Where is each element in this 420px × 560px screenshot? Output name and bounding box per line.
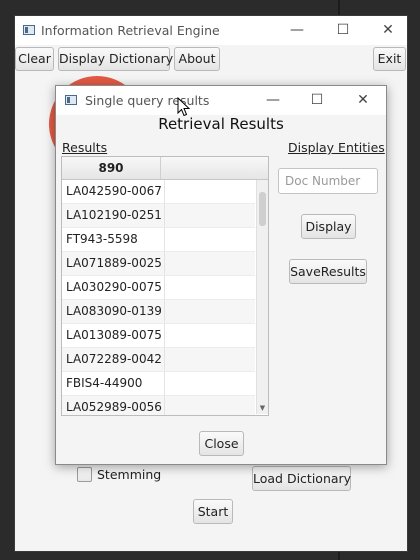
save-results-button[interactable]: SaveResults xyxy=(289,259,367,284)
column-header[interactable]: 890 xyxy=(62,157,161,179)
scroll-thumb[interactable] xyxy=(259,192,266,226)
results-dialog: Single query results — ☐ ✕ Retrieval Res… xyxy=(55,85,387,465)
scroll-down-icon[interactable]: ▼ xyxy=(258,403,267,413)
table-row[interactable]: LA052989-0056 xyxy=(62,396,255,415)
table-row[interactable]: FBIS4-44900 xyxy=(62,372,255,396)
start-button[interactable]: Start xyxy=(193,499,233,524)
doc-id-cell: FBIS4-44900 xyxy=(62,372,165,395)
stemming-checkbox[interactable] xyxy=(77,467,92,482)
doc-id-cell: LA013089-0075 xyxy=(62,324,165,347)
main-window-title: Information Retrieval Engine xyxy=(41,23,220,38)
column-header[interactable] xyxy=(161,157,268,179)
dialog-close-icon[interactable]: ✕ xyxy=(348,86,378,115)
main-titlebar[interactable]: Information Retrieval Engine — ☐ ✕ xyxy=(15,16,407,45)
dialog-minimize-icon[interactable]: — xyxy=(258,86,288,115)
table-row[interactable]: FT943-5598 xyxy=(62,228,255,252)
doc-number-input[interactable] xyxy=(278,168,378,194)
exit-button[interactable]: Exit xyxy=(373,47,406,71)
results-table[interactable]: 890 LA042590-0067 LA102190-0251 FT943-55… xyxy=(61,156,269,416)
minimize-icon[interactable]: — xyxy=(282,16,312,45)
dialog-app-icon xyxy=(65,95,77,105)
doc-id-cell: LA071889-0025 xyxy=(62,252,165,275)
table-row[interactable]: LA071889-0025 xyxy=(62,252,255,276)
doc-id-cell: LA102190-0251 xyxy=(62,204,165,227)
stemming-label: Stemming xyxy=(97,467,162,482)
doc-id-cell: LA052989-0056 xyxy=(62,396,165,415)
doc-id-cell: LA072289-0042 xyxy=(62,348,165,371)
dialog-maximize-icon[interactable]: ☐ xyxy=(302,86,332,115)
app-icon xyxy=(23,25,35,35)
table-row[interactable]: LA030290-0075 xyxy=(62,276,255,300)
close-icon[interactable]: ✕ xyxy=(373,16,403,45)
results-label: Results xyxy=(62,140,108,155)
table-scrollbar[interactable]: ▼ xyxy=(256,180,268,414)
table-row[interactable]: LA102190-0251 xyxy=(62,204,255,228)
display-dictionary-button[interactable]: Display Dictionary xyxy=(58,47,173,71)
doc-id-cell: FT943-5598 xyxy=(62,228,165,251)
doc-id-cell: LA042590-0067 xyxy=(62,180,165,203)
table-row[interactable]: LA013089-0075 xyxy=(62,324,255,348)
close-button[interactable]: Close xyxy=(199,431,244,456)
table-row[interactable]: LA083090-0139 xyxy=(62,300,255,324)
display-button[interactable]: Display xyxy=(301,214,356,239)
dialog-titlebar[interactable]: Single query results — ☐ ✕ xyxy=(56,86,386,115)
dialog-heading: Retrieval Results xyxy=(158,115,284,133)
clear-button[interactable]: Clear xyxy=(15,47,54,71)
display-entities-label: Display Entities xyxy=(288,140,385,155)
table-row[interactable]: LA042590-0067 xyxy=(62,180,255,204)
doc-id-cell: LA083090-0139 xyxy=(62,300,165,323)
maximize-icon[interactable]: ☐ xyxy=(328,16,358,45)
doc-id-cell: LA030290-0075 xyxy=(62,276,165,299)
load-dictionary-button[interactable]: Load Dictionary xyxy=(252,466,351,491)
mouse-cursor-icon xyxy=(177,97,191,117)
about-button[interactable]: About xyxy=(174,47,220,71)
table-row[interactable]: LA072289-0042 xyxy=(62,348,255,372)
table-header: 890 xyxy=(62,157,268,180)
